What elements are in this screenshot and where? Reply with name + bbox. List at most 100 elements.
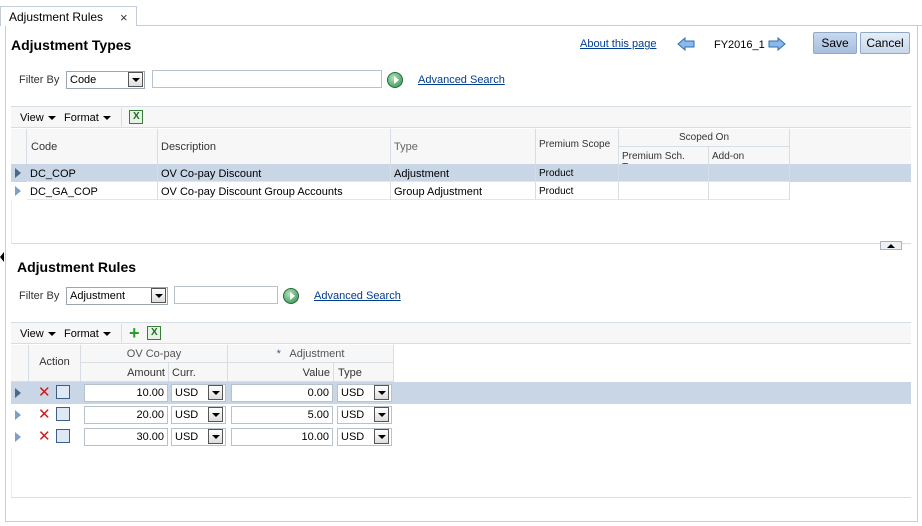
required-mark: * — [276, 348, 281, 360]
cell-addon — [709, 182, 790, 200]
column-header-premium-sch-type[interactable]: Premium Sch. Type — [619, 147, 709, 173]
rules-format-menu-label: Format — [64, 328, 99, 340]
go-icon[interactable] — [283, 288, 299, 304]
page-title: Adjustment Types — [11, 37, 132, 53]
format-menu-label: Format — [64, 112, 99, 124]
filter-by-label: Filter By — [19, 74, 60, 86]
advanced-search-link[interactable]: Advanced Search — [418, 74, 505, 86]
row-selector-header — [11, 345, 29, 382]
tab-adjustment-rules[interactable]: Adjustment Rules × — [0, 6, 137, 26]
filter-by-value: Code — [70, 74, 97, 86]
chevron-down-icon[interactable] — [208, 429, 223, 444]
curr-value: USD — [175, 431, 199, 443]
previous-arrow-icon[interactable] — [677, 37, 695, 51]
copy-icon[interactable] — [56, 407, 70, 421]
collapse-left-icon[interactable] — [0, 252, 4, 262]
chevron-down-icon[interactable] — [128, 72, 143, 87]
type-value: USD — [341, 409, 365, 421]
rules-view-menu-label: View — [20, 328, 44, 340]
rules-filter-by-label: Filter By — [19, 290, 60, 302]
export-excel-icon[interactable] — [147, 326, 161, 340]
curr-value: USD — [175, 409, 199, 421]
tab-title: Adjustment Rules — [9, 10, 104, 24]
column-header-addon[interactable]: Add-on — [709, 147, 790, 165]
cell-premium-sch-type — [619, 182, 709, 200]
type-value: USD — [341, 387, 365, 399]
rules-format-menu[interactable]: Format — [64, 328, 111, 340]
amount-input[interactable]: 10.00 — [84, 384, 168, 402]
copy-icon[interactable] — [56, 385, 70, 399]
curr-value: USD — [175, 387, 199, 399]
column-header-description[interactable]: Description — [158, 129, 391, 165]
types-table-empty-area — [11, 200, 911, 244]
save-button[interactable]: Save — [813, 32, 857, 54]
row-selector-icon[interactable] — [15, 186, 21, 196]
cell-type: Group Adjustment — [391, 182, 536, 200]
rules-view-menu[interactable]: View — [20, 328, 56, 340]
about-page-link[interactable]: About this page — [580, 38, 656, 50]
value-input[interactable]: 10.00 — [231, 428, 333, 446]
column-header-amount[interactable]: Amount — [81, 363, 169, 382]
chevron-down-icon[interactable] — [374, 429, 389, 444]
chevron-down-icon[interactable] — [374, 385, 389, 400]
rules-filter-value-input[interactable] — [174, 286, 278, 304]
delete-icon[interactable]: ✕ — [38, 385, 51, 400]
chevron-down-icon[interactable] — [208, 407, 223, 422]
rules-toolbar — [11, 322, 911, 344]
view-menu[interactable]: View — [20, 112, 56, 124]
go-icon[interactable] — [387, 72, 403, 88]
chevron-down-icon[interactable] — [208, 385, 223, 400]
types-toolbar — [11, 106, 911, 128]
section-title: Adjustment Rules — [17, 259, 137, 275]
chevron-up-icon — [887, 244, 895, 248]
value-input[interactable]: 5.00 — [231, 406, 333, 424]
rules-table-empty-area — [11, 448, 911, 498]
row-selector-icon[interactable] — [15, 432, 21, 442]
rules-filter-by-value: Adjustment — [70, 290, 126, 302]
column-group-adjustment: * Adjustment — [228, 345, 394, 363]
export-excel-icon[interactable] — [129, 110, 143, 124]
column-header-premium-scope[interactable]: Premium Scope — [536, 129, 619, 165]
cell-code: DC_GA_COP — [27, 182, 158, 200]
cell-description: OV Co-pay Discount Group Accounts — [158, 182, 391, 200]
column-header-type[interactable]: Type — [334, 363, 394, 382]
chevron-down-icon[interactable] — [151, 288, 166, 303]
cell-addon — [709, 164, 790, 182]
next-arrow-icon[interactable] — [768, 37, 786, 51]
toolbar-divider — [121, 108, 122, 126]
record-identifier: FY2016_1 — [714, 39, 765, 51]
cell-type: Adjustment — [391, 164, 536, 182]
copy-icon[interactable] — [56, 429, 70, 443]
amount-input[interactable]: 20.00 — [84, 406, 168, 424]
column-header-code[interactable]: Code — [27, 129, 158, 165]
format-menu[interactable]: Format — [64, 112, 111, 124]
delete-icon[interactable]: ✕ — [38, 407, 51, 422]
column-header-filler — [790, 129, 911, 165]
cell-premium-sch-type — [619, 164, 709, 182]
column-header-curr[interactable]: Curr. — [169, 363, 228, 382]
delete-icon[interactable]: ✕ — [38, 429, 51, 444]
chevron-down-icon[interactable] — [374, 407, 389, 422]
column-group-scoped-on: Scoped On — [619, 129, 790, 147]
cell-code: DC_COP — [27, 164, 158, 182]
toolbar-divider — [121, 324, 122, 342]
cell-premium-scope: Product — [536, 164, 619, 182]
column-header-value[interactable]: Value — [228, 363, 334, 382]
type-value: USD — [341, 431, 365, 443]
row-selector-icon[interactable] — [15, 410, 21, 420]
row-selector-icon[interactable] — [15, 388, 21, 398]
amount-input[interactable]: 30.00 — [84, 428, 168, 446]
view-menu-label: View — [20, 112, 44, 124]
column-header-type[interactable]: Type — [391, 129, 536, 165]
filter-value-input[interactable] — [152, 70, 382, 88]
row-selector-icon[interactable] — [15, 168, 21, 178]
close-icon[interactable]: × — [120, 10, 128, 25]
cell-description: OV Co-pay Discount — [158, 164, 391, 182]
cancel-button[interactable]: Cancel — [860, 32, 910, 54]
add-icon[interactable]: + — [129, 324, 140, 342]
cell-premium-scope: Product — [536, 182, 619, 200]
column-header-action: Action — [29, 345, 81, 382]
collapse-splitter-button[interactable] — [880, 241, 902, 250]
rules-advanced-search-link[interactable]: Advanced Search — [314, 290, 401, 302]
value-input[interactable]: 0.00 — [231, 384, 333, 402]
